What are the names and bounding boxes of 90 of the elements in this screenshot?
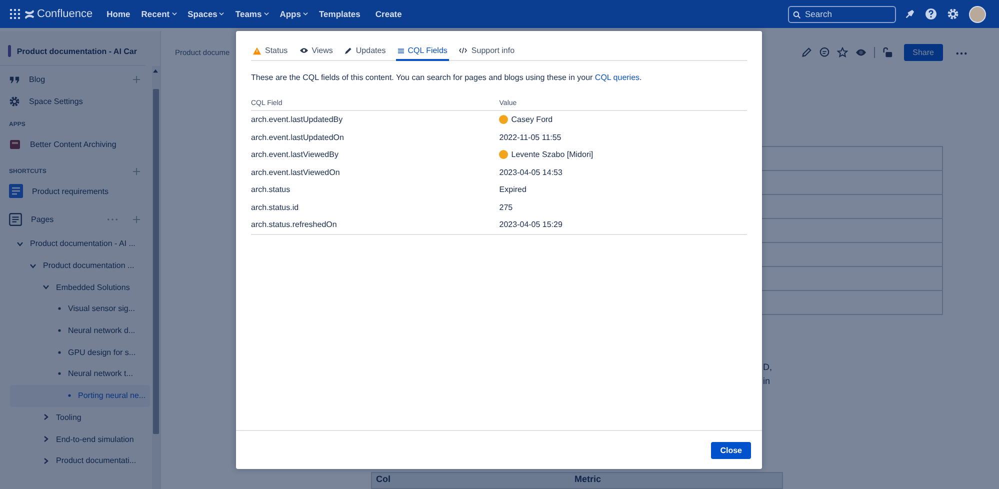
dialog-description: These are the CQL fields of this content. You can search for pages and blogs using these in your CQL queries. [251, 73, 643, 82]
page-tree-item[interactable]: GPU design for s... [0, 341, 150, 364]
app-switcher-icon[interactable] [10, 9, 20, 19]
sidebar-item[interactable]: Space Settings [29, 96, 140, 106]
page-text: in [763, 375, 772, 388]
pencil-icon [344, 47, 352, 54]
chevron-down-icon[interactable] [264, 12, 269, 16]
bullet-icon [58, 307, 61, 310]
nav-menu-item[interactable]: Teams [235, 9, 269, 19]
table-cell: Expired [499, 185, 526, 194]
nav-menu-item[interactable]: Recent [141, 9, 177, 19]
page-tree-item[interactable]: Product documentation - AI ... [0, 233, 150, 255]
caret-icon[interactable] [43, 284, 49, 290]
table-cell: arch.status [251, 185, 290, 194]
page-tree-item[interactable]: Visual sensor sig... [0, 298, 150, 320]
table-cell: arch.event.lastViewedOn [251, 168, 340, 177]
pages-icon [9, 212, 22, 226]
unlocked-icon[interactable] [882, 47, 893, 58]
table-cell: 2023-04-05 14:53 [499, 168, 562, 177]
table-cell: arch.status.refreshedOn [251, 220, 337, 230]
help-icon[interactable] [925, 8, 937, 20]
eye-icon[interactable] [854, 47, 867, 58]
sidebar-item[interactable]: Blog [29, 74, 124, 84]
table-cell: 2022-11-05 11:55 [499, 132, 562, 142]
caret-icon[interactable] [17, 240, 23, 247]
archive-app-icon [9, 138, 21, 150]
sidebar-item[interactable]: Product requirements [32, 186, 140, 196]
settings-icon [9, 96, 20, 106]
page-table-header: Col Metric [371, 472, 783, 489]
scrollbar[interactable] [152, 66, 160, 489]
chevron-down-icon[interactable] [302, 12, 308, 16]
page-tree-item[interactable]: Porting neural ne... [10, 384, 150, 406]
sidebar-item[interactable]: Pages [31, 214, 98, 224]
user-avatar[interactable] [969, 6, 986, 22]
comment-icon[interactable] [818, 47, 830, 58]
search-field[interactable]: Search [788, 6, 896, 22]
table-cell: Levente Szabo [Midori] [511, 150, 594, 160]
scroll-up-icon[interactable] [153, 69, 158, 73]
dialog-tab[interactable]: Updates [342, 44, 388, 61]
table-cell: arch.event.lastViewedBy [251, 150, 338, 160]
dialog-tab[interactable]: Views [298, 44, 335, 61]
notification-icon[interactable] [904, 8, 915, 20]
table-cell: 275 [499, 202, 513, 212]
table-cell: arch.event.lastUpdatedBy [251, 115, 343, 124]
space-logo-icon [8, 45, 11, 57]
caret-icon[interactable] [43, 414, 49, 420]
page-tree-item[interactable]: End-to-end simulation [0, 428, 150, 450]
page-tree-item[interactable]: Embedded Solutions [0, 276, 150, 298]
search-icon [793, 10, 801, 18]
page-tree-item[interactable]: Neural network d... [0, 320, 150, 342]
star-icon[interactable] [836, 47, 848, 58]
table-cell: arch.status.id [251, 202, 299, 212]
table-cell: arch.event.lastUpdatedOn [251, 132, 344, 142]
dialog-tab[interactable]: Support info [457, 44, 517, 61]
settings-icon[interactable] [947, 8, 959, 20]
dialog-tab[interactable]: CQL Fields [396, 44, 450, 61]
page-text: D, [763, 361, 773, 374]
nav-menu-item[interactable]: Home [106, 9, 130, 19]
create-button[interactable]: Create [375, 9, 402, 19]
eye-icon [300, 47, 308, 54]
page-tree-item[interactable]: Product documentation ... [0, 254, 150, 276]
caret-icon[interactable] [30, 262, 36, 269]
bullet-icon [58, 350, 61, 354]
caret-icon[interactable] [43, 458, 49, 464]
page-tree-item[interactable]: Product documentati... [0, 450, 150, 472]
table-cell: Casey Ford [511, 115, 553, 124]
page-tree-item[interactable]: Neural network t... [0, 363, 150, 385]
document-icon [9, 184, 23, 198]
edit-icon[interactable] [800, 47, 812, 58]
share-button[interactable]: Share [904, 44, 943, 62]
bullet-icon [58, 329, 61, 332]
nav-menu-item[interactable]: Spaces [188, 9, 224, 19]
list-icon [398, 48, 404, 54]
confluence-logo[interactable]: Confluence [24, 8, 93, 20]
bullet-icon [58, 372, 61, 376]
code-icon [459, 47, 468, 54]
space-title[interactable]: Product documentation - AI Car [16, 46, 137, 56]
cql-queries-link[interactable]: CQL queries [594, 73, 640, 82]
bullet-icon [68, 394, 71, 398]
page-tree-item[interactable]: Tooling [0, 406, 150, 428]
dialog-tab[interactable]: Status [251, 44, 290, 61]
caret-icon[interactable] [43, 436, 49, 442]
warning-icon [253, 46, 261, 54]
nav-menu-item[interactable]: Templates [318, 9, 360, 19]
close-button[interactable]: Close [711, 442, 751, 458]
chevron-down-icon[interactable] [172, 12, 177, 16]
sidebar-item[interactable]: Better Content Archiving [30, 140, 140, 148]
chevron-down-icon[interactable] [219, 12, 224, 16]
nav-menu-item[interactable]: Apps [280, 9, 308, 19]
table-cell: 2023-04-05 15:29 [499, 220, 562, 230]
